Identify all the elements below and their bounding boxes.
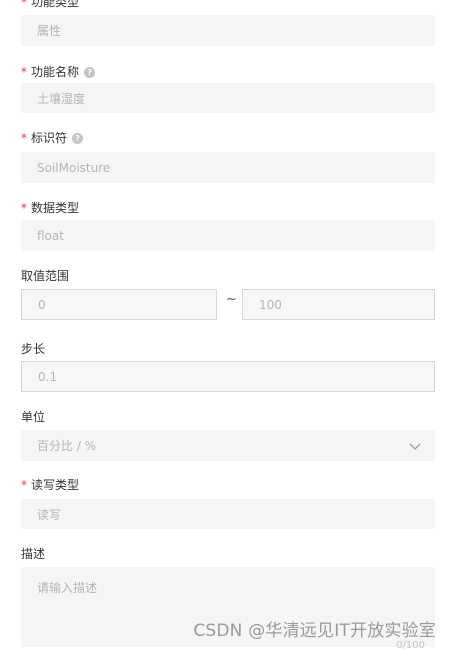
- description-label: 描述: [21, 546, 45, 562]
- watermark: CSDN @华清远见IT开放实验室: [193, 621, 436, 641]
- required-mark: *: [21, 201, 27, 215]
- func-type-label-text: 功能类型: [31, 0, 80, 9]
- range-min-input[interactable]: 0: [21, 289, 217, 320]
- unit-label: 单位: [21, 409, 45, 425]
- rw-type-value: 读写: [37, 507, 62, 522]
- range-min-value: 0: [38, 297, 46, 312]
- help-icon[interactable]: ?: [84, 66, 96, 78]
- help-icon[interactable]: ?: [72, 132, 84, 144]
- description-label-text: 描述: [21, 547, 46, 561]
- unit-label-text: 单位: [21, 410, 46, 424]
- step-input[interactable]: 0.1: [21, 361, 435, 392]
- range-label-text: 取值范围: [21, 269, 70, 283]
- unit-value: 百分比 / %: [37, 439, 97, 453]
- data-type-label-text: 数据类型: [31, 201, 80, 215]
- required-mark: *: [21, 0, 27, 9]
- func-type-field[interactable]: 属性: [21, 15, 435, 46]
- range-max-input[interactable]: 100: [242, 289, 435, 320]
- required-mark: *: [21, 131, 27, 145]
- range-label: 取值范围: [21, 268, 69, 284]
- identifier-label-text: 标识符: [31, 131, 68, 145]
- step-label-text: 步长: [21, 342, 46, 356]
- description-counter: 0/100: [396, 640, 425, 651]
- rw-type-label-text: 读写类型: [31, 478, 80, 492]
- identifier-value: SoilMoisture: [37, 160, 111, 175]
- range-max-value: 100: [259, 297, 282, 312]
- step-label: 步长: [21, 341, 45, 357]
- required-mark: *: [21, 65, 27, 79]
- range-separator: ~: [226, 292, 237, 307]
- identifier-field[interactable]: SoilMoisture: [21, 152, 435, 183]
- chevron-down-icon[interactable]: [409, 440, 421, 452]
- data-type-label: * 数据类型: [21, 200, 79, 216]
- unit-select[interactable]: 百分比 / %: [21, 430, 435, 461]
- func-type-value: 属性: [37, 24, 62, 38]
- description-placeholder: 请输入描述: [37, 581, 98, 595]
- data-type-value: float: [37, 228, 64, 243]
- rw-type-label: * 读写类型: [21, 477, 79, 493]
- func-type-label: * 功能类型: [21, 0, 79, 10]
- identifier-label: * 标识符 ?: [21, 130, 84, 146]
- required-mark: *: [21, 478, 27, 492]
- func-name-field[interactable]: 土壤湿度: [21, 83, 435, 113]
- func-name-label: * 功能名称 ?: [21, 64, 96, 80]
- data-type-field[interactable]: float: [21, 220, 435, 251]
- rw-type-field[interactable]: 读写: [21, 499, 435, 529]
- func-name-value: 土壤湿度: [37, 91, 86, 106]
- step-value: 0.1: [38, 369, 58, 384]
- func-name-label-text: 功能名称: [31, 65, 80, 79]
